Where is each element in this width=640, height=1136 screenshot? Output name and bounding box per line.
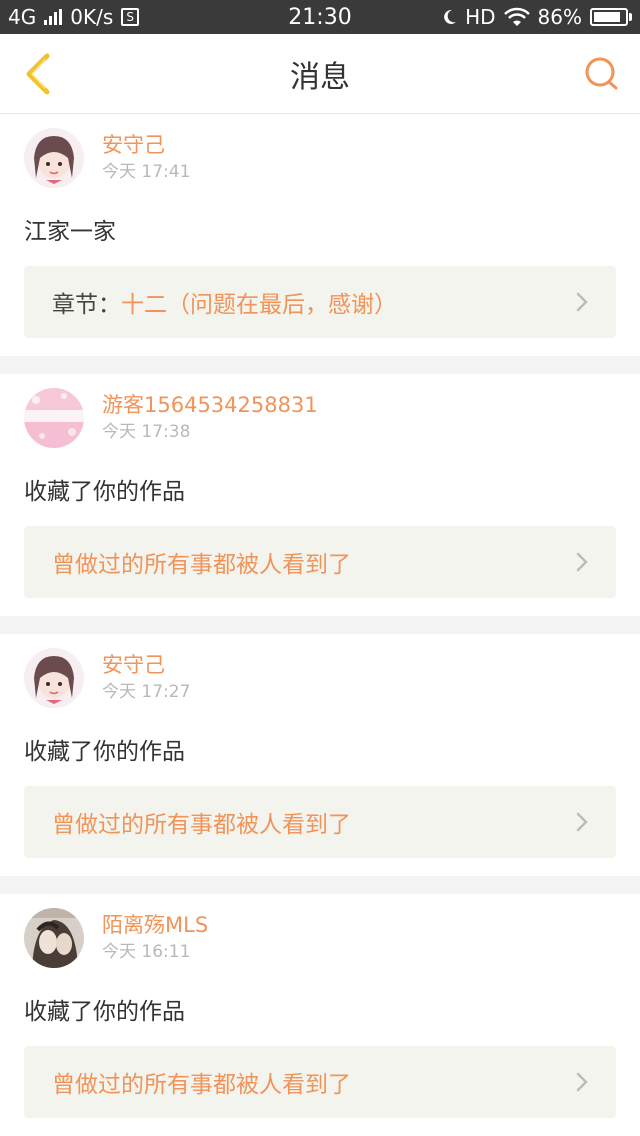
chapter-prefix: 章节： — [52, 292, 121, 318]
chevron-right-icon — [576, 812, 588, 832]
chevron-right-icon — [576, 552, 588, 572]
message-header[interactable]: 安守己 今天 17:41 — [24, 128, 616, 188]
page-title: 消息 — [290, 59, 350, 95]
hd-label: HD — [465, 5, 496, 29]
search-icon — [585, 57, 618, 89]
search-button[interactable] — [580, 52, 624, 96]
s-badge-icon: S — [121, 8, 140, 26]
message-header[interactable]: 陌离殇MLS 今天 16:11 — [24, 908, 616, 968]
message-text: 收藏了你的作品 — [24, 479, 185, 505]
message-header[interactable]: 游客1564534258831 今天 17:38 — [24, 388, 616, 448]
timestamp: 今天 17:41 — [102, 162, 191, 182]
avatar[interactable] — [24, 648, 84, 708]
back-chevron-icon — [26, 53, 50, 94]
chevron-right-icon — [576, 292, 588, 312]
battery-icon — [590, 8, 632, 26]
username[interactable]: 陌离殇MLS — [102, 911, 208, 939]
chapter-title: 十二（问题在最后，感谢） — [121, 292, 397, 318]
work-link[interactable]: 曾做过的所有事都被人看到了 — [24, 1046, 616, 1118]
avatar[interactable] — [24, 128, 84, 188]
message-card: 游客1564534258831 今天 17:38 收藏了你的作品 曾做过的所有事… — [0, 374, 640, 616]
message-text: 江家一家 — [24, 219, 116, 245]
back-button[interactable] — [16, 52, 60, 96]
moon-icon — [444, 9, 457, 24]
timestamp: 今天 16:11 — [102, 942, 191, 962]
work-link-text: 章节：十二（问题在最后，感谢） — [52, 285, 397, 319]
timestamp: 今天 17:27 — [102, 682, 191, 702]
avatar[interactable] — [24, 388, 84, 448]
username[interactable]: 安守己 — [102, 651, 190, 679]
message-header[interactable]: 安守己 今天 17:27 — [24, 648, 616, 708]
battery-percent: 86% — [537, 5, 582, 29]
message-text: 收藏了你的作品 — [24, 739, 185, 765]
wifi-icon — [503, 7, 530, 26]
message-text: 收藏了你的作品 — [24, 999, 185, 1025]
message-list: 安守己 今天 17:41 江家一家 章节：十二（问题在最后，感谢） 游客1564… — [0, 114, 640, 1136]
message-card: 陌离殇MLS 今天 16:11 收藏了你的作品 曾做过的所有事都被人看到了 — [0, 894, 640, 1136]
status-right: HD 86% — [443, 5, 632, 29]
username[interactable]: 安守己 — [102, 131, 190, 159]
status-left: 4G 0K/s S — [8, 5, 140, 29]
username[interactable]: 游客1564534258831 — [102, 391, 318, 419]
work-title: 曾做过的所有事都被人看到了 — [52, 552, 351, 578]
work-title: 曾做过的所有事都被人看到了 — [52, 812, 351, 838]
work-link[interactable]: 曾做过的所有事都被人看到了 — [24, 786, 616, 858]
message-card: 安守己 今天 17:27 收藏了你的作品 曾做过的所有事都被人看到了 — [0, 634, 640, 876]
network-speed: 0K/s — [70, 5, 114, 29]
work-link[interactable]: 章节：十二（问题在最后，感谢） — [24, 266, 616, 338]
work-title: 曾做过的所有事都被人看到了 — [52, 1072, 351, 1098]
network-type: 4G — [8, 5, 37, 29]
work-link[interactable]: 曾做过的所有事都被人看到了 — [24, 526, 616, 598]
message-card: 安守己 今天 17:41 江家一家 章节：十二（问题在最后，感谢） — [0, 114, 640, 356]
chevron-right-icon — [576, 1072, 588, 1092]
timestamp: 今天 17:38 — [102, 422, 191, 442]
nav-header: 消息 — [0, 34, 640, 114]
avatar[interactable] — [24, 908, 84, 968]
status-bar: 4G 0K/s S 21:30 HD 86% — [0, 0, 640, 34]
signal-icon — [44, 9, 63, 25]
